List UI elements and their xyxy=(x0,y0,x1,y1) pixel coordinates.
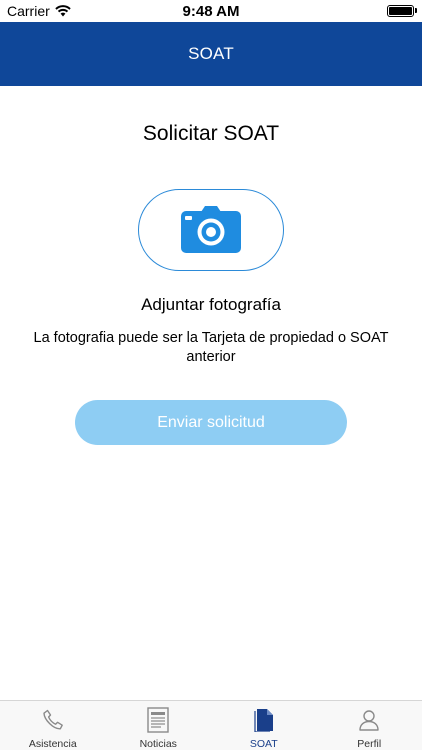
battery-icon xyxy=(387,5,414,17)
battery-cap xyxy=(415,8,417,13)
attach-photo-label: Adjuntar fotografía xyxy=(141,295,281,314)
page-title: Solicitar SOAT xyxy=(142,122,280,145)
status-bar: Carrier 9:48 AM xyxy=(0,0,422,22)
nav-bar: SOAT xyxy=(0,22,422,86)
phone-icon xyxy=(43,709,63,730)
tab-label: Asistencia xyxy=(28,738,77,750)
attach-photo-hint: La fotografia puede ser la Tarjeta de pr… xyxy=(33,330,389,365)
submit-request-button[interactable]: Enviar solicitud xyxy=(75,400,347,445)
tab-bar: Asistencia Noticias SOAT Perfil xyxy=(0,700,422,750)
tab-label: Perfil xyxy=(357,738,382,750)
newspaper-icon xyxy=(147,707,169,733)
camera-icon xyxy=(181,206,241,253)
nav-title: SOAT xyxy=(188,44,234,63)
tab-asistencia[interactable]: Asistencia xyxy=(0,701,106,750)
clock: 9:48 AM xyxy=(182,3,240,20)
user-icon xyxy=(359,710,379,731)
tab-label: SOAT xyxy=(249,738,278,750)
tab-noticias[interactable]: Noticias xyxy=(106,701,212,750)
tab-perfil[interactable]: Perfil xyxy=(317,701,422,750)
document-icon xyxy=(254,709,273,732)
tab-label: Noticias xyxy=(139,738,177,750)
attach-photo-button[interactable] xyxy=(138,189,284,271)
tab-soat[interactable]: SOAT xyxy=(211,701,317,750)
